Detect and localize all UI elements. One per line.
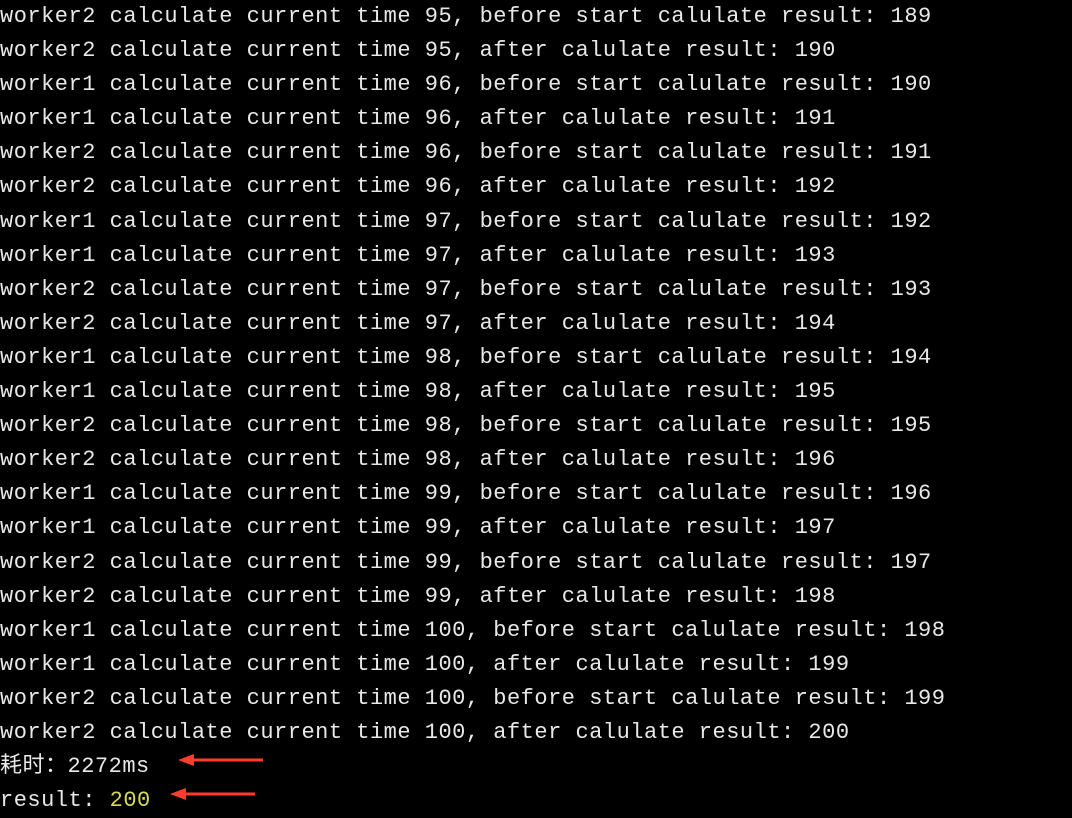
log-line: worker1 calculate current time 100, befo… [0, 614, 1072, 648]
log-line: worker1 calculate current time 96, befor… [0, 68, 1072, 102]
log-line: worker2 calculate current time 98, after… [0, 443, 1072, 477]
elapsed-label: 耗时： [0, 754, 68, 779]
log-line: worker2 calculate current time 99, befor… [0, 546, 1072, 580]
log-line: worker2 calculate current time 96, befor… [0, 136, 1072, 170]
elapsed-value: 2272ms [68, 754, 150, 779]
log-line: worker1 calculate current time 99, befor… [0, 477, 1072, 511]
log-line: worker2 calculate current time 98, befor… [0, 409, 1072, 443]
result-value: 200 [110, 788, 151, 813]
log-line: worker2 calculate current time 97, after… [0, 307, 1072, 341]
log-line: worker2 calculate current time 99, after… [0, 580, 1072, 614]
log-line: worker2 calculate current time 97, befor… [0, 273, 1072, 307]
log-line: worker2 calculate current time 100, befo… [0, 682, 1072, 716]
result-label: result: [0, 788, 110, 813]
log-container: worker2 calculate current time 95, befor… [0, 0, 1072, 750]
log-line: worker1 calculate current time 98, after… [0, 375, 1072, 409]
log-line: worker1 calculate current time 100, afte… [0, 648, 1072, 682]
log-line: worker2 calculate current time 100, afte… [0, 716, 1072, 750]
result-line: result: 200 [0, 784, 1072, 818]
log-line: worker1 calculate current time 96, after… [0, 102, 1072, 136]
log-line: worker1 calculate current time 97, befor… [0, 205, 1072, 239]
elapsed-line: 耗时：2272ms [0, 750, 1072, 784]
log-line: worker2 calculate current time 95, befor… [0, 0, 1072, 34]
log-line: worker1 calculate current time 97, after… [0, 239, 1072, 273]
log-line: worker1 calculate current time 98, befor… [0, 341, 1072, 375]
log-line: worker2 calculate current time 95, after… [0, 34, 1072, 68]
log-line: worker2 calculate current time 96, after… [0, 170, 1072, 204]
log-line: worker1 calculate current time 99, after… [0, 511, 1072, 545]
terminal-output: worker2 calculate current time 95, befor… [0, 0, 1072, 818]
